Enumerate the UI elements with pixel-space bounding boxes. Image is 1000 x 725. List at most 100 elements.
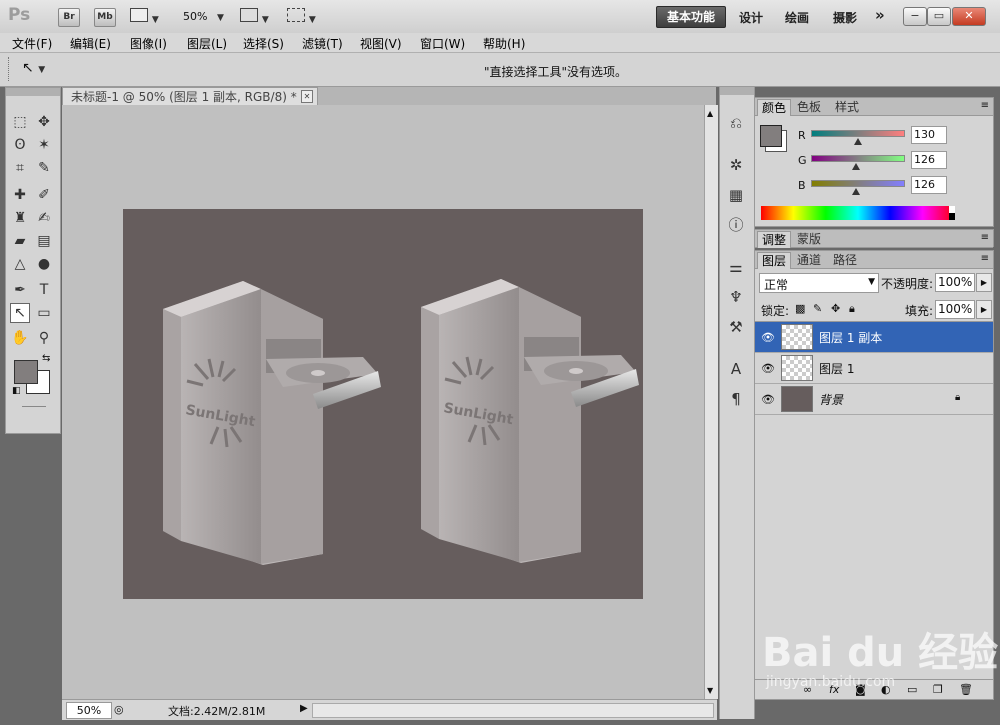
hand-tool-icon[interactable]: ✋ [10,328,30,348]
zoom-tool-icon[interactable]: ⚲ [34,328,54,348]
menu-help[interactable]: 帮助(H) [483,35,525,52]
blur-tool-icon[interactable]: △ [10,254,30,274]
tab-layers[interactable]: 图层 [757,252,792,269]
black-swatch[interactable] [949,213,955,220]
move-tool-icon[interactable]: ✥ [34,112,54,132]
panel-menu-icon[interactable]: ≡ [981,253,989,264]
marquee-tool-icon[interactable]: ⬚ [10,112,30,132]
minimize-button[interactable]: − [903,7,927,26]
channel-g-input[interactable]: 126 [911,151,947,169]
zoom-level-dropdown[interactable]: 50% ▼ [183,10,224,23]
menu-file[interactable]: 文件(F) [12,35,52,52]
menu-window[interactable]: 窗口(W) [420,35,465,52]
scroll-down-icon[interactable]: ▼ [707,686,713,695]
history-brush-tool-icon[interactable]: ✍ [34,208,54,228]
tool-presets-panel-icon[interactable]: ⚒ [726,317,746,337]
histogram-panel-icon[interactable]: ▦ [726,185,746,205]
channel-b-input[interactable]: 126 [911,176,947,194]
new-layer-icon[interactable]: ❐ [933,683,943,696]
options-gripper[interactable] [8,57,11,81]
brush-tool-icon[interactable]: ✐ [34,185,54,205]
layer-row-layer1[interactable]: 👁︎ 图层 1 [755,353,993,384]
opacity-slider-button[interactable]: ▶ [976,273,992,292]
swap-colors-icon[interactable]: ⇆ [42,353,50,364]
restore-button[interactable]: ▭ [927,7,951,26]
horizontal-scrollbar[interactable] [312,703,714,718]
tab-swatches[interactable]: 色板 [793,99,825,115]
eraser-tool-icon[interactable]: ▰ [10,231,30,251]
panel-menu-icon[interactable]: ≡ [981,100,989,111]
tools-panel-header[interactable] [6,88,60,96]
menu-edit[interactable]: 编辑(E) [70,35,111,52]
channel-r-thumb[interactable] [853,138,862,145]
tab-color[interactable]: 颜色 [757,99,792,116]
panel-menu-icon[interactable]: ≡ [981,232,989,243]
channel-r-input[interactable]: 130 [911,126,947,144]
launch-bridge-button[interactable]: Br [58,8,80,27]
channel-r-slider[interactable] [811,130,905,137]
workspace-photography-button[interactable]: 摄影 [833,9,857,26]
menu-view[interactable]: 视图(V) [360,35,402,52]
close-document-icon[interactable]: ✕ [301,90,313,103]
channel-b-slider[interactable] [811,180,905,187]
close-button[interactable]: ✕ [952,7,986,26]
layer-row-background[interactable]: 👁︎ 背景 🔒︎ [755,384,993,415]
workspace-design-button[interactable]: 设计 [739,9,763,26]
color-spectrum-bar[interactable] [761,206,955,220]
opacity-input[interactable]: 100% [935,273,975,292]
status-expand-icon[interactable]: ▶ [300,703,308,714]
workspace-essentials-button[interactable]: 基本功能 [656,6,726,28]
visibility-eye-icon[interactable]: 👁︎ [761,393,775,406]
paragraph-panel-icon[interactable]: ¶ [726,389,746,409]
tool-preset-picker[interactable]: ↖ ▼ [22,60,45,76]
launch-minibridge-button[interactable]: Mb [94,8,116,27]
tab-adjustments[interactable]: 调整 [757,231,792,248]
rectangle-tool-icon[interactable]: ▭ [34,303,54,323]
menu-filter[interactable]: 滤镜(T) [302,35,343,52]
tab-styles[interactable]: 样式 [831,99,863,115]
eyedropper-tool-icon[interactable]: ✎ [34,158,54,178]
layer-row-layer1-copy[interactable]: 👁︎ 图层 1 副本 [755,322,993,353]
lock-all-icon[interactable]: 🔒︎ [849,302,855,316]
navigator-panel-icon[interactable]: ✲ [726,155,746,175]
healing-brush-tool-icon[interactable]: ✚ [10,185,30,205]
arrange-documents-dropdown[interactable]: ▼ [240,8,269,25]
dodge-tool-icon[interactable]: ● [34,254,54,274]
clone-source-panel-icon[interactable]: ♆ [726,287,746,307]
blend-mode-select[interactable]: 正常 ▼ [759,273,879,293]
visibility-eye-icon[interactable]: 👁︎ [761,331,775,344]
type-tool-icon[interactable]: T [34,280,54,300]
channel-g-thumb[interactable] [852,163,861,170]
fill-slider-button[interactable]: ▶ [976,300,992,319]
strip-header[interactable] [720,87,754,95]
pen-tool-icon[interactable]: ✒ [10,280,30,300]
tab-channels[interactable]: 通道 [793,252,825,268]
zoom-level-field[interactable]: 50% [66,702,112,719]
white-swatch[interactable] [949,206,955,213]
channel-g-slider[interactable] [811,155,905,162]
crop-tool-icon[interactable]: ⌗ [10,158,30,178]
channel-b-thumb[interactable] [852,188,861,195]
menu-image[interactable]: 图像(I) [130,35,167,52]
brush-presets-panel-icon[interactable]: ⚌ [726,257,746,277]
magic-wand-tool-icon[interactable]: ✶ [34,135,54,155]
view-extras-dropdown[interactable]: ▼ [130,8,162,26]
menu-select[interactable]: 选择(S) [243,35,284,52]
default-colors-icon[interactable]: ◧ [12,386,21,396]
lock-pixels-icon[interactable]: ✎ [813,302,822,315]
foreground-color-swatch[interactable] [760,125,782,147]
status-menu-icon[interactable]: ◎ [114,703,124,716]
workspace-painting-button[interactable]: 绘画 [785,9,809,26]
foreground-color-swatch[interactable] [14,360,38,384]
new-group-icon[interactable]: ▭ [907,683,917,696]
lock-position-icon[interactable]: ✥ [831,302,840,315]
screen-mode-dropdown[interactable]: ▼ [287,8,316,25]
visibility-eye-icon[interactable]: 👁︎ [761,362,775,375]
lock-transparency-icon[interactable]: ▩ [795,302,805,315]
more-workspaces-button[interactable]: » [875,6,885,24]
document-tab[interactable]: 未标题-1 @ 50% (图层 1 副本, RGB/8) * ✕ [62,87,318,105]
document-canvas[interactable]: SunLight SunLight [123,209,643,599]
lasso-tool-icon[interactable]: ʘ [10,135,30,155]
delete-layer-icon[interactable]: 🗑︎ [959,683,973,696]
vertical-scrollbar[interactable]: ▲ ▼ [704,105,718,699]
